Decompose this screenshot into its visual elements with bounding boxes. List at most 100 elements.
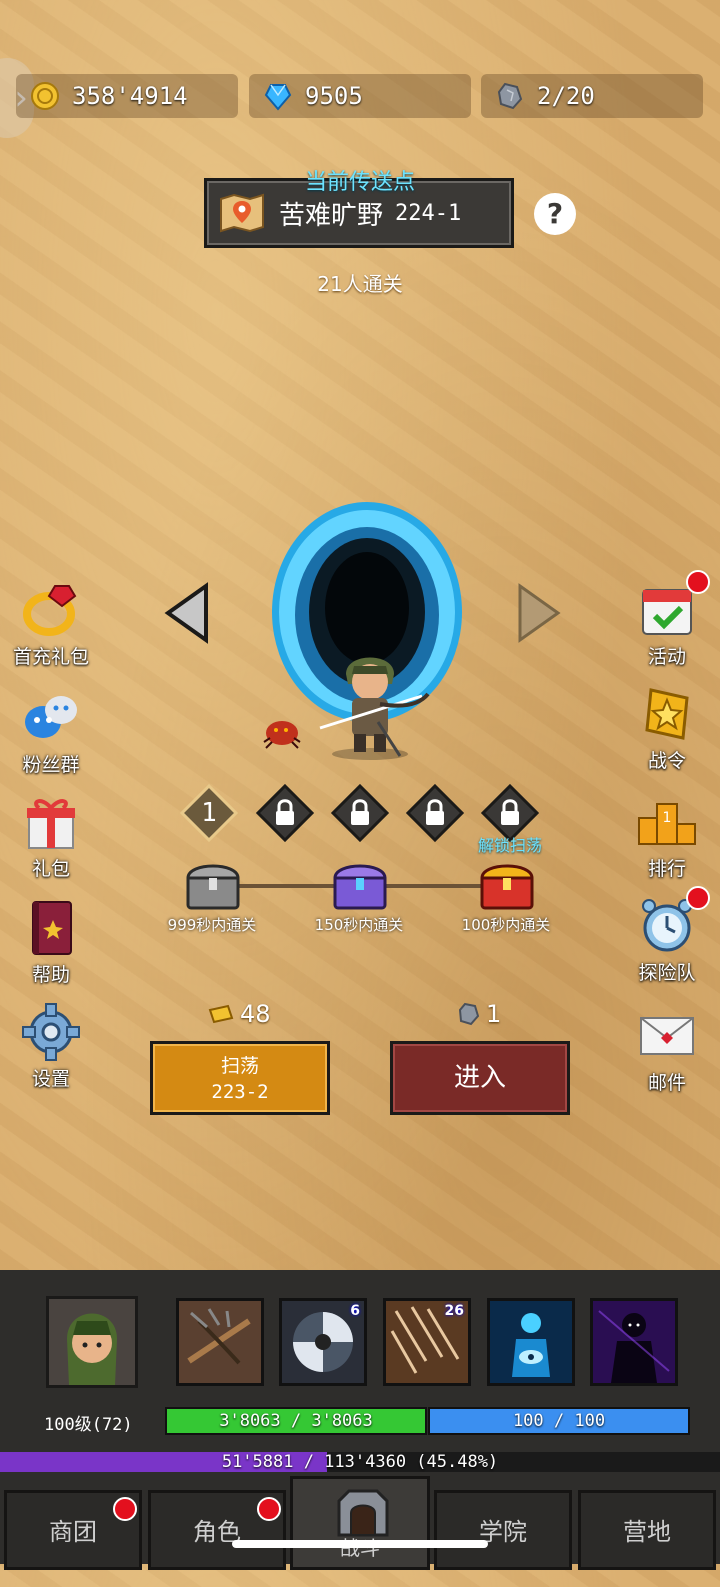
skill-slot-3[interactable]: 26 bbox=[383, 1298, 471, 1386]
location-name: 苦难旷野 bbox=[279, 200, 384, 231]
star-level-1[interactable]: 1 bbox=[179, 783, 239, 843]
tab-guild-label: 商团 bbox=[49, 1518, 97, 1546]
map-pin-icon bbox=[220, 193, 264, 233]
battle-pass-button[interactable]: 战令 bbox=[622, 684, 712, 773]
chest-150s[interactable] bbox=[332, 858, 388, 912]
lock-icon bbox=[405, 783, 465, 843]
gold-coin-icon bbox=[31, 82, 59, 110]
gem-resource: 9505 bbox=[249, 74, 471, 118]
previous-stage-arrow[interactable] bbox=[164, 582, 210, 644]
help-book-button[interactable]: 帮助 bbox=[6, 898, 96, 987]
blue-gem-icon bbox=[264, 84, 292, 111]
star-level-2-locked[interactable] bbox=[255, 783, 315, 843]
sweep-stage: 223-2 bbox=[211, 1081, 269, 1103]
book-icon bbox=[32, 901, 72, 955]
lock-icon bbox=[255, 783, 315, 843]
svg-text:1: 1 bbox=[663, 810, 672, 826]
tab-battle-label: 战斗 bbox=[340, 1536, 380, 1560]
gold-ticket-icon bbox=[208, 1004, 234, 1024]
podium-icon: 1 bbox=[638, 803, 696, 845]
expedition-notification-dot bbox=[686, 886, 710, 910]
skill-slot-4[interactable] bbox=[487, 1298, 575, 1386]
skill-3-badge: 26 bbox=[444, 1303, 464, 1319]
gift-button[interactable]: 礼包 bbox=[6, 792, 96, 881]
tab-camp[interactable]: 营地 bbox=[578, 1490, 716, 1570]
star-level-number: 1 bbox=[201, 798, 217, 828]
star-level-4-locked[interactable] bbox=[405, 783, 465, 843]
gift-label: 礼包 bbox=[31, 858, 70, 880]
enter-button[interactable]: 进入 bbox=[390, 1041, 570, 1115]
settings-button[interactable]: 设置 bbox=[6, 1002, 96, 1091]
stamina-resource: 2/20 bbox=[481, 74, 703, 118]
mail-label: 邮件 bbox=[647, 1072, 686, 1094]
mp-text: 100 / 100 bbox=[512, 1411, 606, 1431]
player-level: 100级(72) bbox=[44, 1415, 133, 1435]
character-notification-dot bbox=[257, 1497, 281, 1521]
tab-academy[interactable]: 学院 bbox=[434, 1490, 572, 1570]
battle-pass-label: 战令 bbox=[647, 750, 686, 772]
xp-bar: 51'5881 / 113'4360 (45.48%) bbox=[0, 1452, 720, 1472]
enter-cost: 1 bbox=[458, 1000, 501, 1028]
stamina-amount: 2/20 bbox=[537, 82, 595, 110]
events-label: 活动 bbox=[647, 646, 686, 668]
sweep-button[interactable]: 扫荡 223-2 bbox=[150, 1041, 330, 1115]
guild-notification-dot bbox=[113, 1497, 137, 1521]
stone-icon bbox=[458, 1002, 480, 1026]
settings-label: 设置 bbox=[31, 1068, 70, 1090]
expedition-label: 探险队 bbox=[638, 962, 696, 984]
chest-999s[interactable] bbox=[185, 858, 241, 912]
fan-group-label: 粉丝群 bbox=[22, 754, 80, 776]
first-recharge-button[interactable]: 首充礼包 bbox=[6, 580, 96, 669]
chest-999s-label: 999秒内通关 bbox=[167, 916, 257, 934]
chest-150s-label: 150秒内通关 bbox=[314, 916, 404, 934]
help-button[interactable]: ? bbox=[534, 193, 576, 235]
tab-camp-label: 营地 bbox=[623, 1518, 671, 1546]
hp-bar: 3'8063 / 3'8063 bbox=[165, 1407, 427, 1435]
skill-slot-5[interactable] bbox=[590, 1298, 678, 1386]
star-level-3-locked[interactable] bbox=[330, 783, 390, 843]
gear-icon bbox=[22, 1003, 80, 1061]
expedition-button[interactable]: 探险队 bbox=[622, 886, 712, 985]
cleared-count: 21人通关 bbox=[317, 272, 403, 296]
chest-100s[interactable] bbox=[479, 858, 535, 912]
tab-battle[interactable]: 战斗 bbox=[290, 1476, 430, 1570]
star-ticket-icon bbox=[645, 688, 689, 740]
red-chest-icon bbox=[480, 864, 534, 910]
help-label: 帮助 bbox=[31, 964, 70, 986]
home-indicator bbox=[232, 1540, 488, 1548]
hero-character bbox=[319, 657, 430, 760]
sweep-cost-value: 48 bbox=[240, 1000, 271, 1028]
first-recharge-label: 首充礼包 bbox=[12, 646, 89, 668]
shadow-figure-icon bbox=[593, 1301, 675, 1383]
hp-text: 3'8063 / 3'8063 bbox=[219, 1411, 373, 1431]
ranking-button[interactable]: 1 排行 bbox=[622, 792, 712, 881]
unlock-sweep-label: 解锁扫荡 bbox=[477, 836, 542, 855]
location-stage: 224-1 bbox=[395, 200, 462, 226]
gift-box-icon bbox=[27, 799, 75, 849]
tab-character[interactable]: 角色 bbox=[148, 1490, 286, 1570]
hero-portrait-icon bbox=[49, 1299, 135, 1385]
spirit-eye-icon bbox=[512, 1313, 550, 1377]
events-notification-dot bbox=[686, 570, 710, 594]
enter-cost-value: 1 bbox=[486, 1000, 502, 1028]
enemy-spider-icon bbox=[263, 721, 301, 749]
xp-text: 51'5881 / 113'4360 (45.48%) bbox=[221, 1452, 499, 1472]
gold-amount: 358'4914 bbox=[72, 82, 188, 110]
mail-button[interactable]: 邮件 bbox=[622, 1006, 712, 1095]
grey-chest-icon bbox=[186, 864, 240, 910]
skill-slot-1[interactable] bbox=[176, 1298, 264, 1386]
events-button[interactable]: 活动 bbox=[622, 570, 712, 669]
mp-bar: 100 / 100 bbox=[428, 1407, 690, 1435]
tab-guild[interactable]: 商团 bbox=[4, 1490, 142, 1570]
next-stage-arrow[interactable] bbox=[516, 582, 562, 644]
gem-amount: 9505 bbox=[305, 82, 363, 110]
chest-100s-label: 100秒内通关 bbox=[461, 916, 551, 934]
lock-icon bbox=[330, 783, 390, 843]
gold-resource: 358'4914 bbox=[16, 74, 238, 118]
sweep-cost: 48 bbox=[208, 1000, 271, 1028]
fan-group-button[interactable]: 粉丝群 bbox=[6, 688, 96, 777]
stone-icon bbox=[497, 82, 523, 110]
crossbow-icon bbox=[187, 1308, 251, 1365]
hero-avatar[interactable] bbox=[46, 1296, 138, 1388]
skill-slot-2[interactable]: 6 bbox=[279, 1298, 367, 1386]
